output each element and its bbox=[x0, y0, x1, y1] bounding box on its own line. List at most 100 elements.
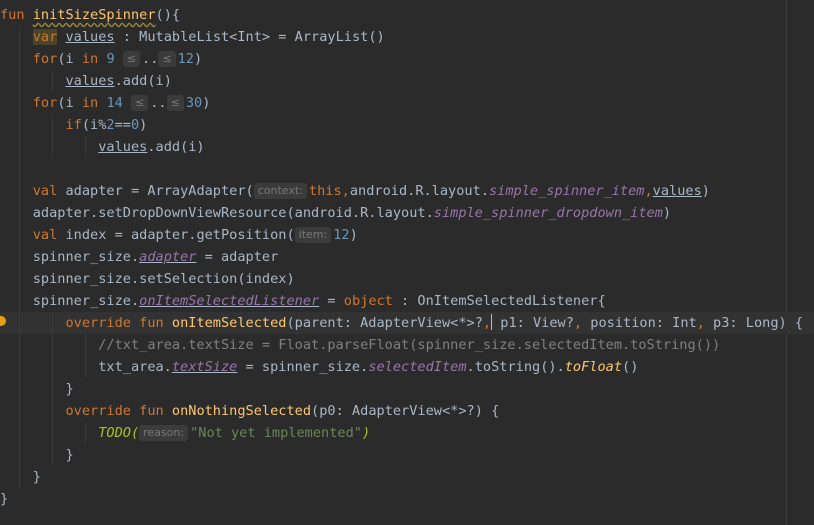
code-token: //txt_area.textSize = Float.parseFloat(s… bbox=[98, 337, 721, 353]
inlay-hint: ≤ bbox=[122, 51, 141, 67]
code-line[interactable]: } bbox=[0, 488, 803, 510]
code-line[interactable]: fun initSizeSpinner(){ bbox=[0, 4, 803, 26]
code-token: simple_spinner_dropdown_item bbox=[433, 205, 663, 221]
code-line[interactable]: spinner_size.onItemSelectedListener = ob… bbox=[0, 290, 803, 312]
code-line[interactable]: val index = adapter.getPosition(item: 12) bbox=[0, 224, 803, 246]
code-token: = adapter bbox=[196, 249, 279, 265]
code-token: onNothingSelected bbox=[171, 403, 312, 419]
code-line[interactable]: spinner_size.adapter = adapter bbox=[0, 246, 803, 268]
code-line[interactable]: values.add(i) bbox=[0, 136, 803, 158]
code-line[interactable]: spinner_size.setSelection(index) bbox=[0, 268, 803, 290]
code-token: fun bbox=[0, 7, 33, 23]
code-token: onItemSelected bbox=[171, 315, 287, 331]
code-token: val bbox=[32, 227, 58, 243]
code-token: (parent: AdapterView<*>? bbox=[286, 315, 483, 331]
code-token: ) bbox=[349, 227, 358, 243]
code-token: override fun bbox=[65, 315, 164, 331]
code-token: values bbox=[98, 139, 148, 155]
code-line[interactable]: if(i%2==0) bbox=[0, 114, 803, 136]
code-token: ) bbox=[662, 205, 672, 221]
code-line[interactable]: //txt_area.textSize = Float.parseFloat(s… bbox=[0, 334, 803, 356]
code-token: : OnItemSelectedListener{ bbox=[392, 293, 606, 309]
code-lines[interactable]: fun initSizeSpinner(){ var values : Muta… bbox=[0, 4, 803, 510]
code-token: adapter.setDropDownViewResource(android.… bbox=[0, 205, 434, 221]
code-line[interactable]: } bbox=[0, 466, 803, 488]
inlay-hint: context: bbox=[253, 183, 307, 199]
code-token: values bbox=[65, 29, 115, 45]
code-token: == bbox=[114, 117, 131, 133]
code-token: : MutableList<Int> = ArrayList() bbox=[114, 29, 385, 45]
code-token: = bbox=[319, 293, 344, 309]
code-token: spinner_size.setSelection(index) bbox=[0, 271, 295, 287]
code-token: } bbox=[0, 381, 74, 397]
code-token: ) bbox=[139, 117, 148, 133]
code-token: android.R.layout. bbox=[349, 183, 489, 199]
code-token: } bbox=[0, 491, 9, 507]
code-token: } bbox=[0, 469, 41, 485]
code-token: , bbox=[696, 315, 705, 331]
code-token: position: Int bbox=[582, 315, 697, 331]
code-token: toFloat bbox=[564, 359, 623, 375]
code-line[interactable]: for(i in 14 ≤.. ≤30) bbox=[0, 92, 803, 114]
code-token: .. bbox=[150, 95, 167, 111]
code-line[interactable] bbox=[0, 158, 803, 180]
code-token: adapter = ArrayAdapter( bbox=[57, 183, 254, 199]
inlay-hint: item: bbox=[294, 227, 332, 243]
code-token: initSizeSpinner bbox=[32, 7, 156, 23]
code-line[interactable]: override fun onItemSelected(parent: Adap… bbox=[0, 312, 803, 334]
code-line[interactable]: } bbox=[0, 444, 803, 466]
code-token: 2 bbox=[106, 117, 115, 133]
code-token: ) bbox=[361, 425, 371, 441]
code-line[interactable]: TODO(reason: "Not yet implemented") bbox=[0, 422, 803, 444]
code-token: txt_area. bbox=[0, 359, 172, 375]
code-token: .add(i) bbox=[147, 139, 205, 155]
code-token: (i bbox=[57, 95, 82, 111]
code-line[interactable]: override fun onNothingSelected(p0: Adapt… bbox=[0, 400, 803, 422]
code-token: , bbox=[573, 315, 583, 331]
code-token: .add(i) bbox=[114, 73, 172, 89]
code-token: simple_spinner_item bbox=[488, 183, 645, 199]
code-token: (){ bbox=[155, 7, 181, 23]
code-token: 14 bbox=[106, 95, 123, 111]
code-line[interactable]: txt_area.textSize = spinner_size.selecte… bbox=[0, 356, 803, 378]
code-token: onItemSelectedListener bbox=[139, 293, 320, 309]
code-token: ) bbox=[202, 95, 211, 111]
code-token: values bbox=[652, 183, 702, 199]
code-token: , bbox=[341, 183, 350, 199]
inlay-hint: reason: bbox=[139, 425, 189, 441]
code-token: 12 bbox=[333, 227, 350, 243]
code-line[interactable]: for(i in 9 ≤.. ≤12) bbox=[0, 48, 803, 70]
code-line[interactable]: adapter.setDropDownViewResource(android.… bbox=[0, 202, 803, 224]
code-token: () bbox=[622, 359, 639, 375]
code-line[interactable]: values.add(i) bbox=[0, 70, 803, 92]
inlay-hint: ≤ bbox=[166, 95, 184, 111]
code-line[interactable]: val adapter = ArrayAdapter(context: this,… bbox=[0, 180, 803, 202]
code-token: 12 bbox=[177, 51, 194, 67]
code-token: ) bbox=[194, 51, 203, 67]
code-token: in bbox=[81, 51, 99, 67]
code-token: var bbox=[32, 29, 58, 45]
code-token: for bbox=[32, 95, 58, 111]
code-line[interactable]: var values : MutableList<Int> = ArrayLis… bbox=[0, 26, 803, 48]
code-token: selectedItem bbox=[368, 359, 467, 375]
code-token: 0 bbox=[130, 117, 140, 133]
code-token: object bbox=[343, 293, 393, 309]
code-token: .. bbox=[142, 51, 159, 67]
code-token: for bbox=[32, 51, 58, 67]
code-line[interactable]: } bbox=[0, 378, 803, 400]
code-token: if bbox=[65, 117, 82, 133]
code-editor[interactable]: fun initSizeSpinner(){ var values : Muta… bbox=[0, 0, 814, 525]
code-token: ) bbox=[701, 183, 710, 199]
